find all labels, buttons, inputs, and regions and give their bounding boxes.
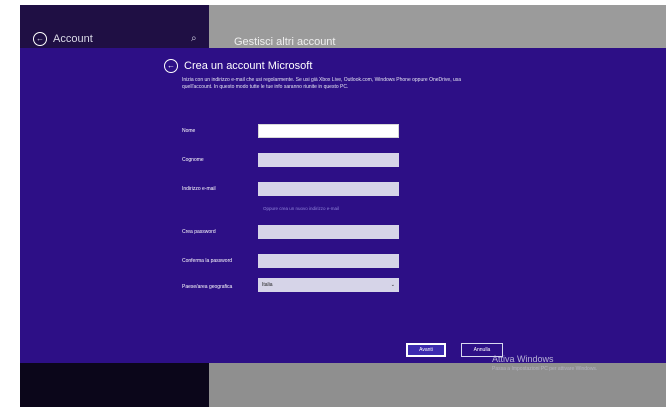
first-name-label: Nome xyxy=(182,128,196,134)
create-password-field[interactable] xyxy=(258,225,399,239)
settings-screen: ← Account ⌕ Gestisci altri account ← Cre… xyxy=(20,5,666,407)
country-label: Paese/area geografica xyxy=(182,284,233,290)
first-name-field[interactable] xyxy=(258,124,399,138)
country-selected-value: Italia xyxy=(262,282,273,288)
back-arrow-icon[interactable]: ← xyxy=(33,32,47,46)
email-label: Indirizzo e-mail xyxy=(182,186,216,192)
confirm-password-label: Conferma la password xyxy=(182,258,233,264)
last-name-label: Cognome xyxy=(182,157,204,163)
country-dropdown[interactable]: Italia ⌄ xyxy=(258,278,399,292)
account-title: Account xyxy=(53,33,93,45)
create-new-email-link[interactable]: Oppure crea un nuovo indirizzo e-mail xyxy=(263,206,339,211)
chevron-down-icon: ⌄ xyxy=(390,282,395,288)
search-icon[interactable]: ⌕ xyxy=(191,33,197,44)
dialog-header: ← Crea un account Microsoft xyxy=(164,59,312,73)
email-field[interactable] xyxy=(258,182,399,196)
cancel-button-label: Annulla xyxy=(473,347,491,353)
create-password-label: Crea password xyxy=(182,229,216,235)
dialog-intro-text: Inizia con un indirizzo e-mail che usi r… xyxy=(182,77,462,90)
confirm-password-field[interactable] xyxy=(258,254,399,268)
activation-watermark-title: Attiva Windows xyxy=(492,354,554,364)
dialog-title: Crea un account Microsoft xyxy=(184,60,313,72)
activation-watermark-subtitle: Passa a Impostazioni PC per attivare Win… xyxy=(492,366,598,372)
account-header: ← Account xyxy=(20,29,209,49)
create-account-dialog: ← Crea un account Microsoft Inizia con u… xyxy=(20,48,666,363)
next-button[interactable]: Avanti xyxy=(406,343,446,357)
next-button-label: Avanti xyxy=(419,347,433,353)
back-circle-icon: ← xyxy=(33,32,47,46)
bottom-right-area xyxy=(209,363,666,407)
dialog-back-icon[interactable]: ← xyxy=(164,59,178,73)
last-name-field[interactable] xyxy=(258,153,399,167)
right-pane-title: Gestisci altri account xyxy=(234,36,336,48)
bottom-left-area xyxy=(20,363,209,407)
